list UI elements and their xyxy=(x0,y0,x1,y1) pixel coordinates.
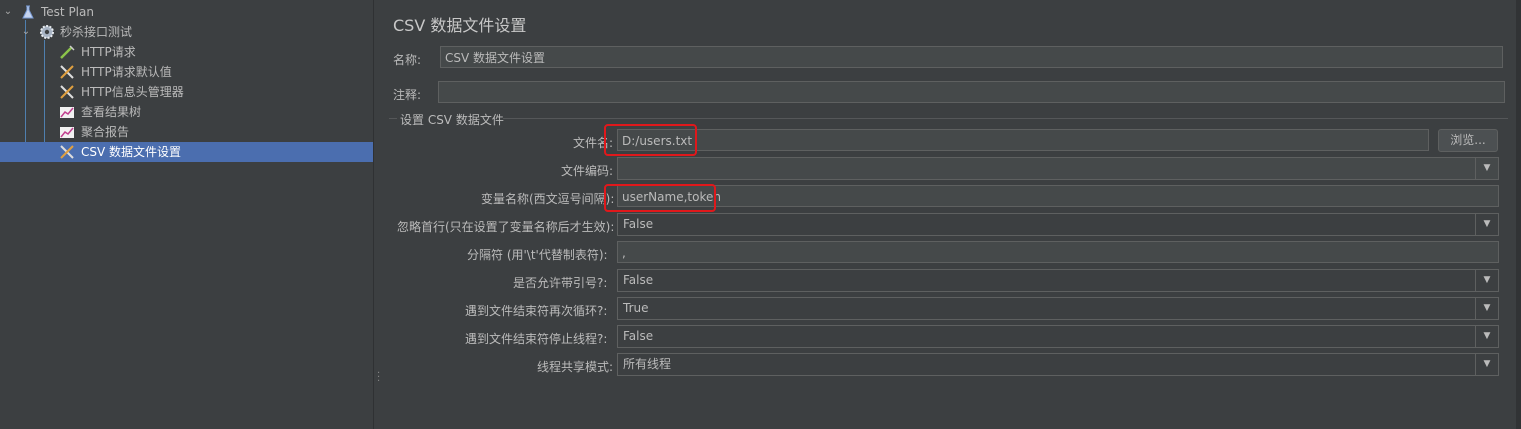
recycle-eof-label: 遇到文件结束符再次循环?: xyxy=(465,304,608,318)
chart-icon xyxy=(60,107,74,118)
sharing-mode-select[interactable]: 所有线程 ▼ xyxy=(617,353,1499,376)
csv-config-panel: CSV 数据文件设置 名称: CSV 数据文件设置 注释: 设置 CSV 数据文… xyxy=(383,0,1516,429)
tree-item-label: HTTP请求默认值 xyxy=(81,65,172,79)
ignore-first-line-value: False xyxy=(623,217,654,231)
stop-thread-eof-select[interactable]: False ▼ xyxy=(617,325,1499,348)
tree-item-label: HTTP请求 xyxy=(81,45,136,59)
tree-item-label: HTTP信息头管理器 xyxy=(81,85,184,99)
highlight-box-filename xyxy=(604,124,697,156)
tree-item-label: 聚合报告 xyxy=(81,125,130,139)
tools-icon xyxy=(60,145,74,159)
chart-icon xyxy=(60,127,74,138)
tree-item-csv-config[interactable]: CSV 数据文件设置 xyxy=(0,142,373,162)
sharing-mode-value: 所有线程 xyxy=(623,357,672,371)
varnames-label: 变量名称(西文逗号间隔): xyxy=(481,192,615,206)
filename-field[interactable]: D:/users.txt xyxy=(617,129,1429,151)
tree-item-http-defaults[interactable]: HTTP请求默认值 xyxy=(0,62,373,82)
comment-field[interactable] xyxy=(438,81,1505,103)
chevron-down-icon[interactable]: ⌄ xyxy=(20,22,32,42)
tree-item-label: 秒杀接口测试 xyxy=(60,25,133,39)
tree-item-label: CSV 数据文件设置 xyxy=(81,145,182,159)
pipette-icon xyxy=(60,45,75,59)
group-border xyxy=(503,118,1508,119)
recycle-eof-value: True xyxy=(623,301,649,315)
tree-item-thread-group[interactable]: ⌄ 秒杀接口测试 xyxy=(0,22,373,42)
vertical-scrollbar[interactable] xyxy=(1516,0,1521,429)
tree-item-label: 查看结果树 xyxy=(81,105,142,119)
comment-label: 注释: xyxy=(393,88,422,102)
chevron-down-icon[interactable]: ▼ xyxy=(1475,270,1498,291)
browse-button[interactable]: 浏览... xyxy=(1438,129,1498,152)
tree-item-test-plan[interactable]: ⌄ Test Plan xyxy=(0,2,373,22)
chevron-down-icon[interactable]: ▼ xyxy=(1475,326,1498,347)
quoted-data-value: False xyxy=(623,273,654,287)
tools-icon xyxy=(60,65,74,79)
chevron-down-icon[interactable]: ▼ xyxy=(1475,298,1498,319)
encoding-label: 文件编码: xyxy=(561,164,614,178)
recycle-eof-select[interactable]: True ▼ xyxy=(617,297,1499,320)
varnames-field[interactable]: userName,token xyxy=(617,185,1499,207)
chevron-down-icon[interactable]: ⌄ xyxy=(2,2,14,22)
tree-item-label: Test Plan xyxy=(41,5,94,19)
name-label: 名称: xyxy=(393,53,422,67)
chevron-down-icon[interactable]: ▼ xyxy=(1475,214,1498,235)
drag-handle-icon[interactable]: · · · xyxy=(377,369,380,387)
quoted-data-label: 是否允许带引号?: xyxy=(513,276,608,290)
stop-thread-eof-label: 遇到文件结束符停止线程?: xyxy=(465,332,608,346)
stop-thread-eof-value: False xyxy=(623,329,654,343)
gear-icon xyxy=(40,25,54,39)
test-plan-tree[interactable]: ⌄ Test Plan ⌄ 秒杀接口测试 HTTP请求 HTTP请求默认值 HT… xyxy=(0,0,373,429)
tree-item-http-request[interactable]: HTTP请求 xyxy=(0,42,373,62)
tree-item-header-manager[interactable]: HTTP信息头管理器 xyxy=(0,82,373,102)
tree-item-results-tree[interactable]: 查看结果树 xyxy=(0,102,373,122)
tree-item-aggregate-report[interactable]: 聚合报告 xyxy=(0,122,373,142)
delimiter-label: 分隔符 (用'\t'代替制表符): xyxy=(467,248,608,262)
name-field[interactable]: CSV 数据文件设置 xyxy=(440,46,1503,68)
encoding-select[interactable]: ▼ xyxy=(617,157,1499,180)
sharing-mode-label: 线程共享模式: xyxy=(537,360,614,374)
quoted-data-select[interactable]: False ▼ xyxy=(617,269,1499,292)
chevron-down-icon[interactable]: ▼ xyxy=(1475,354,1498,375)
tools-icon xyxy=(60,85,74,99)
chevron-down-icon[interactable]: ▼ xyxy=(1475,158,1498,179)
ignore-first-line-label: 忽略首行(只在设置了变量名称后才生效): xyxy=(397,220,615,234)
group-title: 设置 CSV 数据文件 xyxy=(400,113,504,127)
page-title: CSV 数据文件设置 xyxy=(393,16,527,35)
ignore-first-line-select[interactable]: False ▼ xyxy=(617,213,1499,236)
delimiter-field[interactable]: , xyxy=(617,241,1499,263)
group-border xyxy=(389,118,397,119)
flask-icon xyxy=(22,5,34,19)
highlight-box-varnames xyxy=(604,184,716,212)
